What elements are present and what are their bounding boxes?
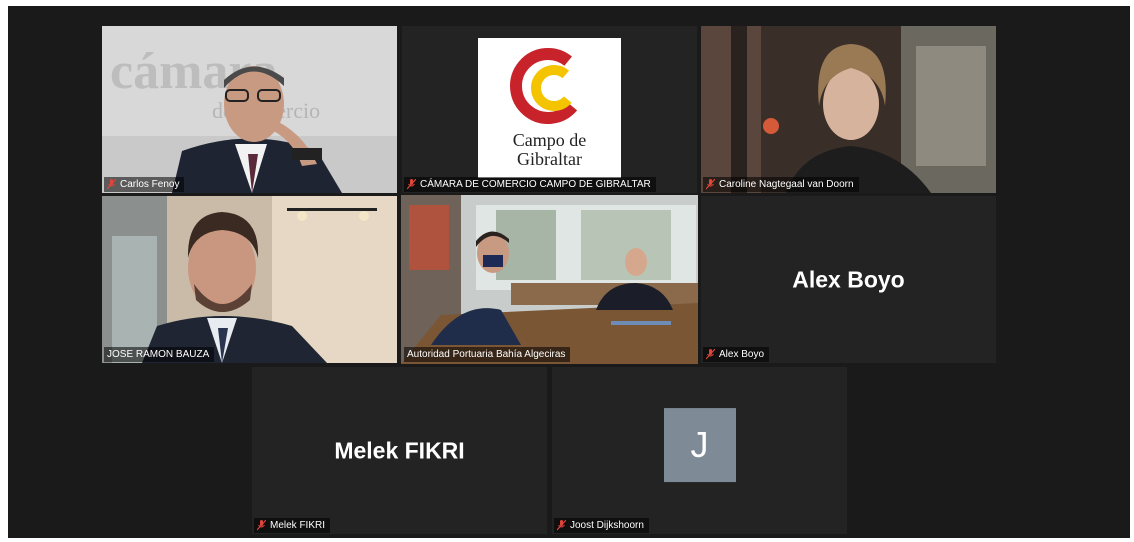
- participant-name-bar: CÁMARA DE COMERCIO CAMPO DE GIBRALTAR: [404, 177, 656, 192]
- video-gallery: cámara de comercio Carlos Fenoy Campo de: [8, 6, 1130, 538]
- mic-muted-icon: [407, 179, 416, 190]
- participant-name: Melek FIKRI: [270, 520, 326, 531]
- mic-muted-icon: [107, 179, 116, 190]
- participant-name: Joost Dijkshoorn: [570, 520, 644, 531]
- participant-name-bar: Caroline Nagtegaal van Doorn: [703, 177, 859, 192]
- participant-name-bar: Joost Dijkshoorn: [554, 518, 649, 533]
- participant-tile-jose-ramon-bauza[interactable]: JOSE RAMON BAUZA: [102, 196, 397, 363]
- participant-tile-carlos-fenoy[interactable]: cámara de comercio Carlos Fenoy: [102, 26, 397, 193]
- participant-tile-camara-comercio[interactable]: Campo de Gibraltar CÁMARA DE COMERCIO CA…: [402, 26, 697, 193]
- participant-name-bar: Alex Boyo: [703, 347, 770, 362]
- participant-video: [102, 196, 397, 363]
- participant-video: [401, 195, 698, 364]
- logo-text-line2: Gibraltar: [517, 149, 582, 169]
- participant-name: Alex Boyo: [719, 349, 765, 360]
- participant-tile-alex-boyo[interactable]: Alex Boyo Alex Boyo: [701, 196, 996, 363]
- participant-name: Caroline Nagtegaal van Doorn: [719, 179, 854, 190]
- participant-name: JOSE RAMON BAUZA: [107, 349, 210, 360]
- mic-muted-icon: [706, 179, 715, 190]
- participant-name: Carlos Fenoy: [120, 179, 180, 190]
- logo-text-line1: Campo de: [512, 130, 587, 150]
- participant-video: cámara de comercio: [102, 26, 397, 193]
- mic-muted-icon: [257, 520, 266, 531]
- participant-name: Autoridad Portuaria Bahía Algeciras: [407, 349, 566, 360]
- participant-name-bar: Carlos Fenoy: [104, 177, 185, 192]
- participant-tile-autoridad-portuaria[interactable]: Autoridad Portuaria Bahía Algeciras: [401, 195, 698, 364]
- participant-name: CÁMARA DE COMERCIO CAMPO DE GIBRALTAR: [420, 179, 651, 190]
- participant-tile-caroline-nagtegaal[interactable]: Caroline Nagtegaal van Doorn: [701, 26, 996, 193]
- participant-tile-joost-dijkshoorn[interactable]: J Joost Dijkshoorn: [552, 367, 847, 534]
- avatar-initial: J: [690, 423, 709, 465]
- participant-name-bar: Autoridad Portuaria Bahía Algeciras: [404, 347, 571, 362]
- participant-display-name: Melek FIKRI: [334, 437, 465, 463]
- participant-display-name: Alex Boyo: [792, 266, 905, 292]
- participant-name-bar: Melek FIKRI: [254, 518, 331, 533]
- avatar: J: [663, 407, 736, 482]
- mic-muted-icon: [706, 349, 715, 360]
- participant-video: [701, 26, 996, 193]
- participant-name-bar: JOSE RAMON BAUZA: [104, 347, 215, 362]
- mic-muted-icon: [557, 520, 566, 531]
- participant-tile-melek-fikri[interactable]: Melek FIKRI Melek FIKRI: [252, 367, 547, 534]
